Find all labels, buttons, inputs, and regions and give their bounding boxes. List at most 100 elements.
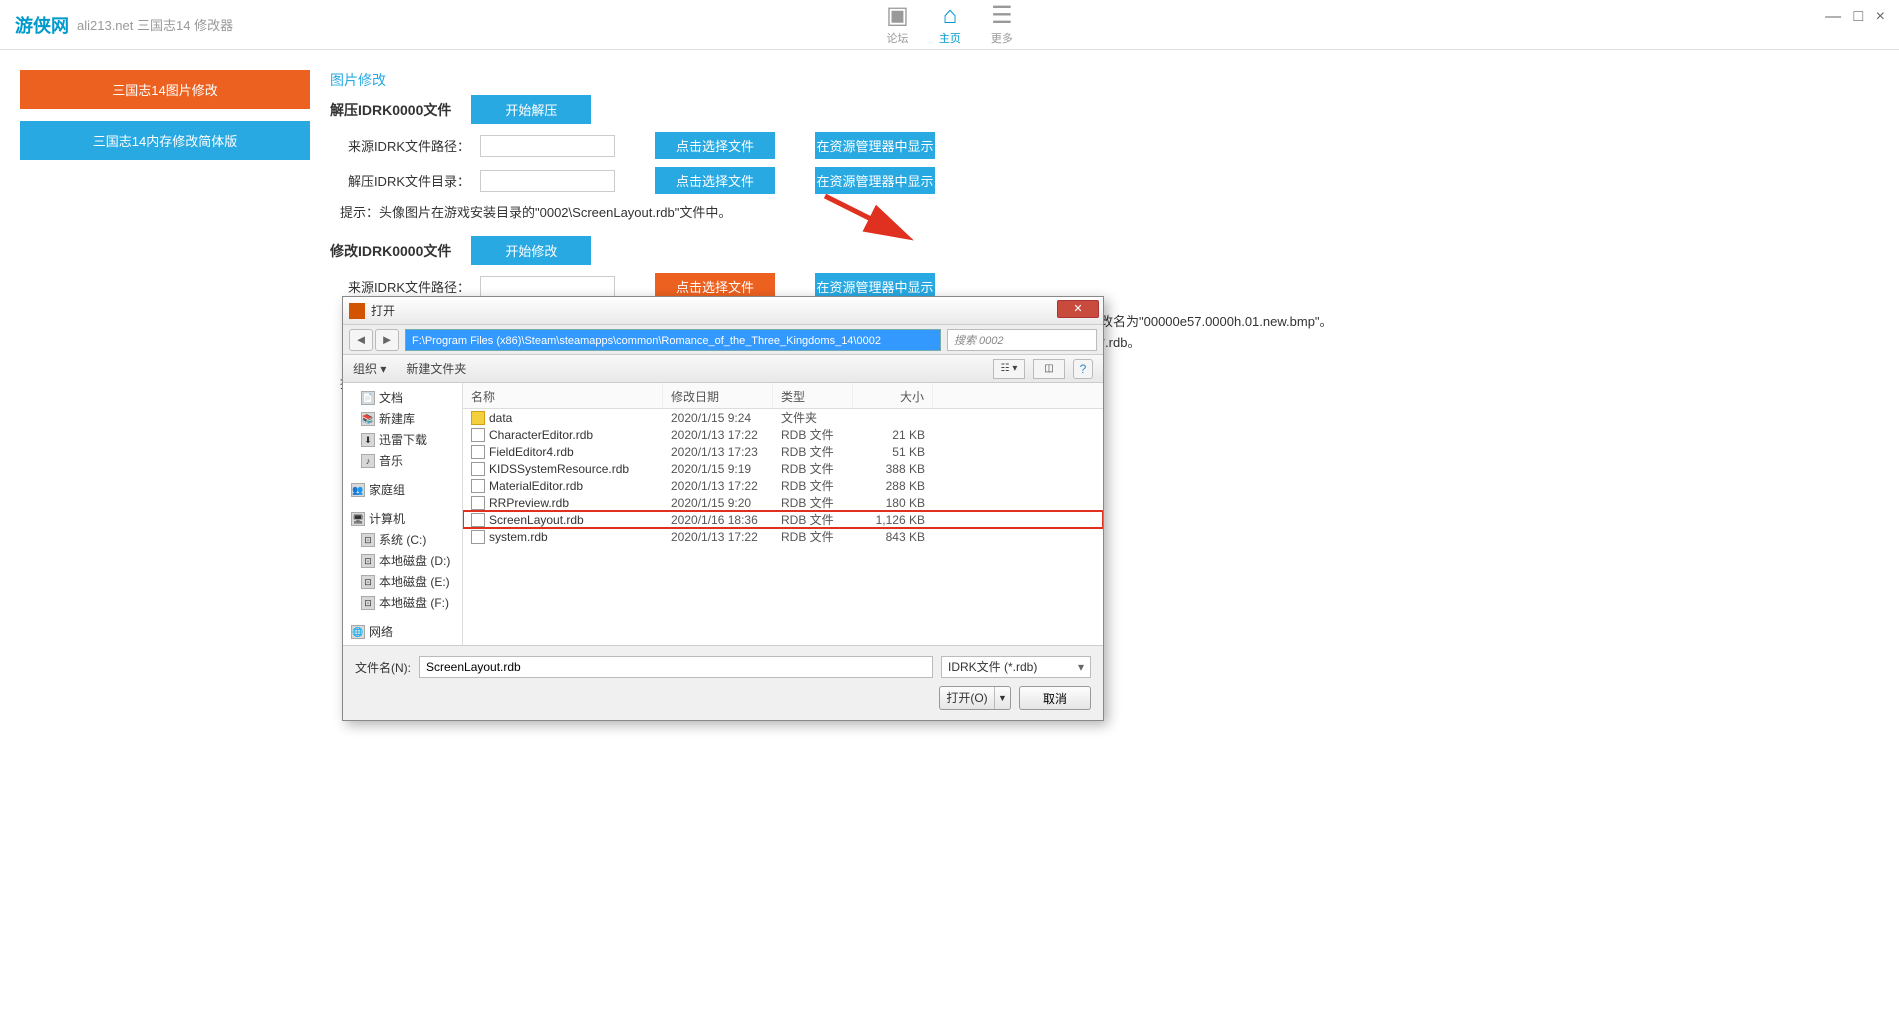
file-type: RDB 文件 bbox=[773, 460, 853, 477]
dialog-close-button[interactable]: ✕ bbox=[1057, 300, 1099, 318]
nav-back-button[interactable]: ◄ bbox=[349, 329, 373, 351]
home-icon: ⌂ bbox=[943, 4, 958, 28]
dialog-addressbar: ◄ ► F:\Program Files (x86)\Steam\steamap… bbox=[343, 325, 1103, 355]
file-icon bbox=[471, 496, 485, 510]
tree-newlib[interactable]: 📚新建库 bbox=[343, 408, 462, 429]
section2-header: 修改IDRK0000文件 开始修改 bbox=[330, 236, 1879, 265]
sidebar-btn-image-mod[interactable]: 三国志14图片修改 bbox=[20, 70, 310, 109]
filetype-select[interactable]: IDRK文件 (*.rdb) bbox=[941, 656, 1091, 678]
toolbar-new-folder[interactable]: 新建文件夹 bbox=[406, 360, 466, 377]
file-date: 2020/1/13 17:22 bbox=[663, 428, 773, 442]
extract-select-file-button[interactable]: 点击选择文件 bbox=[655, 132, 775, 159]
dialog-titlebar[interactable]: 打开 ✕ bbox=[343, 297, 1103, 325]
help-button[interactable]: ? bbox=[1073, 359, 1093, 379]
start-modify-button[interactable]: 开始修改 bbox=[471, 236, 591, 265]
tree-music[interactable]: ♪音乐 bbox=[343, 450, 462, 471]
forum-icon: ▣ bbox=[886, 4, 909, 28]
file-row[interactable]: RRPreview.rdb2020/1/15 9:20RDB 文件180 KB bbox=[463, 494, 1103, 511]
nav-forum[interactable]: ▣ 论坛 bbox=[886, 4, 909, 46]
file-row[interactable]: FieldEditor4.rdb2020/1/13 17:23RDB 文件51 … bbox=[463, 443, 1103, 460]
extract-select-file-button-2[interactable]: 点击选择文件 bbox=[655, 167, 775, 194]
drive-icon: ⊡ bbox=[361, 554, 375, 568]
dialog-title: 打开 bbox=[371, 302, 395, 319]
extract-dest-input[interactable] bbox=[480, 170, 615, 192]
file-row[interactable]: MaterialEditor.rdb2020/1/13 17:22RDB 文件2… bbox=[463, 477, 1103, 494]
file-name: system.rdb bbox=[489, 530, 548, 544]
open-button[interactable]: 打开(O)▼ bbox=[939, 686, 1011, 710]
file-row[interactable]: ScreenLayout.rdb2020/1/16 18:36RDB 文件1,1… bbox=[463, 511, 1103, 528]
file-date: 2020/1/13 17:22 bbox=[663, 479, 773, 493]
tree-drive-f[interactable]: ⊡本地磁盘 (F:) bbox=[343, 592, 462, 613]
computer-icon: 🖥 bbox=[351, 512, 365, 526]
file-type: 文件夹 bbox=[773, 409, 853, 426]
file-size: 180 KB bbox=[853, 496, 933, 510]
filename-input[interactable] bbox=[419, 656, 933, 678]
tree-xunlei[interactable]: ⬇迅雷下载 bbox=[343, 429, 462, 450]
file-row[interactable]: system.rdb2020/1/13 17:22RDB 文件843 KB bbox=[463, 528, 1103, 545]
toolbar-organize[interactable]: 组织 ▾ bbox=[353, 360, 386, 377]
file-name: data bbox=[489, 411, 512, 425]
file-name: KIDSSystemResource.rdb bbox=[489, 462, 629, 476]
window-controls[interactable]: — □ × bbox=[1825, 8, 1889, 26]
tree-computer[interactable]: 🖥计算机 bbox=[343, 508, 462, 529]
section1-header-text: 解压IDRK0000文件 bbox=[330, 100, 451, 120]
extract-source-input[interactable] bbox=[480, 135, 615, 157]
column-name[interactable]: 名称 bbox=[463, 383, 663, 408]
sidebar-btn-memory-mod[interactable]: 三国志14内存修改简体版 bbox=[20, 121, 310, 160]
folder-icon bbox=[471, 411, 485, 425]
column-type[interactable]: 类型 bbox=[773, 383, 853, 408]
file-name: RRPreview.rdb bbox=[489, 496, 569, 510]
library-icon: 📚 bbox=[361, 412, 375, 426]
address-path[interactable]: F:\Program Files (x86)\Steam\steamapps\c… bbox=[405, 329, 941, 351]
section1-header: 解压IDRK0000文件 开始解压 bbox=[330, 95, 1879, 124]
download-icon: ⬇ bbox=[361, 433, 375, 447]
documents-icon: 📄 bbox=[361, 391, 375, 405]
tree-drive-e[interactable]: ⊡本地磁盘 (E:) bbox=[343, 571, 462, 592]
file-type: RDB 文件 bbox=[773, 477, 853, 494]
file-icon bbox=[471, 428, 485, 442]
app-logo: 游侠网 bbox=[15, 12, 69, 38]
cancel-button[interactable]: 取消 bbox=[1019, 686, 1091, 710]
file-row[interactable]: CharacterEditor.rdb2020/1/13 17:22RDB 文件… bbox=[463, 426, 1103, 443]
file-date: 2020/1/16 18:36 bbox=[663, 513, 773, 527]
help-text-fragment: 改名为"00000e57.0000h.01.new.bmp"。 *.rdb。 bbox=[1100, 312, 1333, 354]
start-extract-button[interactable]: 开始解压 bbox=[471, 95, 591, 124]
section1-tip: 提示：头像图片在游戏安装目录的"0002\ScreenLayout.rdb"文件… bbox=[330, 202, 1879, 221]
extract-explorer-button-1[interactable]: 在资源管理器中显示 bbox=[815, 132, 935, 159]
extract-explorer-button-2[interactable]: 在资源管理器中显示 bbox=[815, 167, 935, 194]
file-size: 288 KB bbox=[853, 479, 933, 493]
nav-home[interactable]: ⌂ 主页 bbox=[939, 4, 961, 46]
file-date: 2020/1/15 9:19 bbox=[663, 462, 773, 476]
tree-documents[interactable]: 📄文档 bbox=[343, 387, 462, 408]
help-line-1: 改名为"00000e57.0000h.01.new.bmp"。 bbox=[1100, 312, 1333, 333]
file-size: 1,126 KB bbox=[853, 513, 933, 527]
file-size: 51 KB bbox=[853, 445, 933, 459]
app-title: ali213.net 三国志14 修改器 bbox=[77, 15, 233, 34]
homegroup-icon: 👥 bbox=[351, 483, 365, 497]
file-row[interactable]: data2020/1/15 9:24文件夹 bbox=[463, 409, 1103, 426]
file-type: RDB 文件 bbox=[773, 511, 853, 528]
drive-icon: ⊡ bbox=[361, 575, 375, 589]
nav-forward-button[interactable]: ► bbox=[375, 329, 399, 351]
file-date: 2020/1/13 17:22 bbox=[663, 530, 773, 544]
drive-icon: ⊡ bbox=[361, 596, 375, 610]
view-mode-button[interactable]: ☷ ▾ bbox=[993, 359, 1025, 379]
folder-tree: 📄文档 📚新建库 ⬇迅雷下载 ♪音乐 👥家庭组 🖥计算机 ⊡系统 (C:) ⊡本… bbox=[343, 383, 463, 645]
tree-network[interactable]: 🌐网络 bbox=[343, 621, 462, 642]
file-icon bbox=[471, 479, 485, 493]
column-date[interactable]: 修改日期 bbox=[663, 383, 773, 408]
file-list-body: data2020/1/15 9:24文件夹CharacterEditor.rdb… bbox=[463, 409, 1103, 645]
column-size[interactable]: 大小 bbox=[853, 383, 933, 408]
tree-drive-c[interactable]: ⊡系统 (C:) bbox=[343, 529, 462, 550]
section2-header-text: 修改IDRK0000文件 bbox=[330, 241, 451, 261]
network-icon: 🌐 bbox=[351, 625, 365, 639]
modify-source-input[interactable] bbox=[480, 276, 615, 298]
file-row[interactable]: KIDSSystemResource.rdb 2020/1/15 9:19RDB … bbox=[463, 460, 1103, 477]
nav-more[interactable]: ☰ 更多 bbox=[991, 4, 1013, 46]
file-type: RDB 文件 bbox=[773, 443, 853, 460]
tree-drive-d[interactable]: ⊡本地磁盘 (D:) bbox=[343, 550, 462, 571]
tree-homegroup[interactable]: 👥家庭组 bbox=[343, 479, 462, 500]
preview-pane-button[interactable]: ◫ bbox=[1033, 359, 1065, 379]
search-input[interactable]: 搜索 0002 bbox=[947, 329, 1097, 351]
music-icon: ♪ bbox=[361, 454, 375, 468]
